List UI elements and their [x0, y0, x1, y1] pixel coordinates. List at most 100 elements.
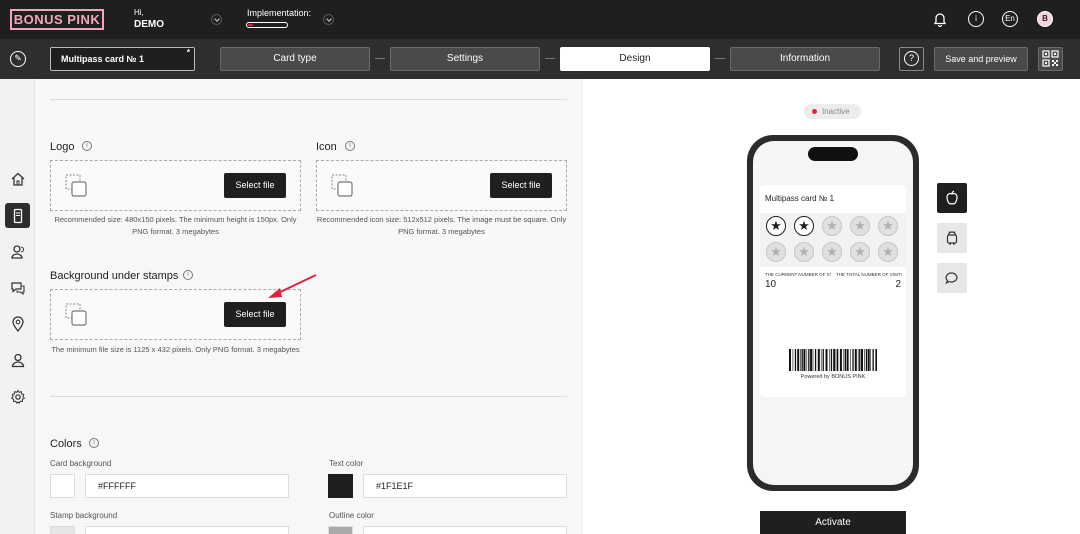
question-icon: ? — [904, 51, 919, 66]
barcode-bar — [800, 349, 801, 371]
card-background-input[interactable]: #FFFFFF — [85, 474, 289, 498]
qr-code-icon — [1042, 50, 1059, 67]
phone-mockup: Multipass card № 1 ★ ★ ★ ★ ★ ★ ★ ★ ★ ★ THE CURREN… — [747, 135, 919, 491]
icon-hint: Recommended icon size: 512x512 pixels. T… — [316, 215, 567, 236]
barcode-bar — [833, 349, 836, 371]
barcode-bar — [854, 349, 857, 371]
barcode-bar — [835, 349, 837, 371]
stamp-empty: ★ — [878, 242, 898, 262]
barcode-bar — [875, 349, 877, 371]
implementation-chevron-down-icon[interactable] — [323, 14, 334, 25]
platform-message-button[interactable] — [937, 263, 967, 293]
barcode-bar — [810, 349, 813, 371]
card-name-value: Multipass card № 1 — [61, 54, 145, 64]
stamp-empty: ★ — [878, 216, 898, 236]
background-label: Background under stamps — [50, 270, 179, 282]
icon-dropzone[interactable]: Select file — [316, 160, 567, 211]
map-pin-icon — [11, 315, 24, 332]
barcode-bar — [859, 349, 861, 371]
stamp-filled: ★ — [794, 216, 814, 236]
barcode-bar — [806, 349, 808, 371]
tab-information[interactable]: Information — [730, 47, 880, 71]
outline-color-label: Outline color — [329, 511, 374, 520]
sidebar-item-home[interactable] — [5, 166, 30, 191]
red-arrow-annotation — [268, 274, 317, 298]
colors-info-icon[interactable]: i — [89, 438, 99, 448]
icon-info-icon[interactable]: i — [345, 141, 355, 151]
platform-android-button[interactable] — [937, 223, 967, 253]
sidebar-item-locations[interactable] — [5, 311, 30, 336]
barcode-bar — [857, 349, 859, 371]
wallet-pass: Multipass card № 1 ★ ★ ★ ★ ★ ★ ★ ★ ★ ★ THE CURREN… — [760, 185, 906, 397]
sidebar-item-profile[interactable] — [5, 347, 30, 372]
barcode-bar — [861, 349, 863, 371]
user-name[interactable]: DEMO — [134, 19, 164, 30]
users-icon — [10, 244, 24, 259]
brand-logo[interactable]: BONUS PINK — [10, 9, 104, 30]
barcode-bar — [817, 349, 820, 371]
section-divider — [50, 99, 567, 100]
pass-field-2-label: THE TOTAL NUMBER OF VISITS — [836, 272, 902, 277]
barcode-bar — [812, 349, 814, 371]
image-upload-icon — [65, 303, 87, 326]
barcode-bar — [865, 349, 868, 371]
save-and-preview-button[interactable]: Save and preview — [934, 47, 1028, 71]
user-chevron-down-icon[interactable] — [211, 14, 222, 25]
outline-color-swatch[interactable] — [328, 526, 353, 534]
step-separator — [375, 58, 385, 59]
stamp-empty: ★ — [850, 242, 870, 262]
tab-design[interactable]: Design — [560, 47, 710, 71]
language-switch[interactable]: En — [1002, 11, 1018, 27]
phone-screen: Multipass card № 1 ★ ★ ★ ★ ★ ★ ★ ★ ★ ★ THE CURREN… — [753, 141, 913, 485]
activate-button[interactable]: Activate — [760, 511, 906, 534]
icon-select-file-button[interactable]: Select file — [490, 173, 552, 198]
step-separator — [545, 58, 555, 59]
info-icon[interactable]: i — [968, 11, 984, 27]
background-select-file-button[interactable]: Select file — [224, 302, 286, 327]
help-button[interactable]: ? — [899, 47, 924, 71]
sidebar-item-clients[interactable] — [5, 239, 30, 264]
outline-color-input[interactable] — [363, 526, 567, 534]
sidebar-item-messages[interactable] — [5, 275, 30, 300]
sidebar-item-settings[interactable] — [5, 384, 30, 409]
implementation-progress-fill — [248, 24, 253, 26]
qr-code-button[interactable] — [1038, 47, 1063, 71]
pass-field-2-value: 2 — [895, 279, 901, 290]
logo-select-file-button[interactable]: Select file — [224, 173, 286, 198]
bell-icon[interactable] — [932, 11, 948, 28]
stamp-empty: ★ — [822, 216, 842, 236]
phone-notch — [808, 147, 858, 161]
status-badge: Inactive — [804, 104, 861, 119]
platform-apple-button[interactable] — [937, 183, 967, 213]
stamp-background-swatch[interactable] — [50, 526, 75, 534]
required-marker: * — [186, 48, 190, 57]
barcode-bar — [830, 349, 833, 371]
logo-dropzone[interactable]: Select file — [50, 160, 301, 211]
background-info-icon[interactable]: i — [183, 270, 193, 280]
tab-settings[interactable]: Settings — [390, 47, 540, 71]
message-bubble-icon — [945, 272, 958, 285]
avatar[interactable]: B — [1037, 11, 1053, 27]
text-color-input[interactable]: #1F1E1F — [363, 474, 567, 498]
card-name-field[interactable]: Multipass card № 1 * — [50, 47, 195, 71]
barcode-bar — [820, 349, 822, 371]
card-phone-icon — [13, 208, 22, 223]
barcode-bar — [814, 349, 817, 371]
stamp-empty: ★ — [822, 242, 842, 262]
icon-label: Icon — [316, 141, 337, 153]
text-color-label: Text color — [329, 459, 364, 468]
stamp-background-input[interactable] — [85, 526, 289, 534]
stamp-empty: ★ — [794, 242, 814, 262]
barcode-bar — [808, 349, 810, 371]
text-color-swatch[interactable] — [328, 474, 353, 498]
card-background-swatch[interactable] — [50, 474, 75, 498]
tab-card-type[interactable]: Card type — [220, 47, 370, 71]
edit-pen-icon[interactable]: ✎ — [10, 51, 26, 67]
sidebar-item-cards[interactable] — [5, 203, 30, 228]
barcode-bar — [839, 349, 842, 371]
editor-toolbar: ✎ Multipass card № 1 * Card type Setting… — [0, 39, 1080, 79]
step-separator — [715, 58, 725, 59]
apple-icon — [946, 190, 958, 205]
barcode-bar — [801, 349, 803, 371]
logo-info-icon[interactable]: i — [82, 141, 92, 151]
